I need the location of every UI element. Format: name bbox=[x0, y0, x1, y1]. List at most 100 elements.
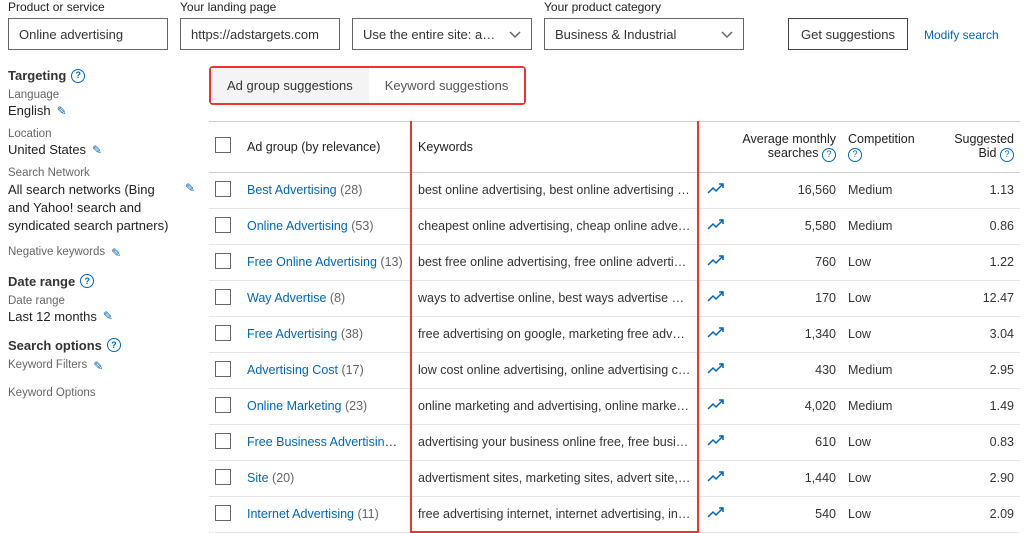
pencil-icon[interactable]: ✎ bbox=[185, 181, 195, 195]
ad-group-count: (13) bbox=[380, 255, 402, 269]
row-checkbox[interactable] bbox=[215, 433, 231, 449]
tab-ad-group-suggestions[interactable]: Ad group suggestions bbox=[211, 68, 369, 103]
header-competition[interactable]: Competition ? bbox=[842, 122, 932, 173]
ad-group-count: (23) bbox=[345, 399, 367, 413]
ad-group-link[interactable]: Free Online Advertising bbox=[247, 255, 377, 269]
trend-icon[interactable] bbox=[707, 182, 725, 199]
trend-icon[interactable] bbox=[707, 470, 725, 487]
tab-keyword-suggestions[interactable]: Keyword suggestions bbox=[369, 68, 525, 103]
suggested-bid-cell: 12.47 bbox=[932, 280, 1020, 316]
suggested-bid-cell: 0.83 bbox=[932, 424, 1020, 460]
landing-input[interactable]: https://adstargets.com bbox=[180, 18, 340, 50]
pencil-icon[interactable]: ✎ bbox=[93, 359, 103, 373]
suggested-bid-cell: 2.90 bbox=[932, 460, 1020, 496]
location-value: United States bbox=[8, 142, 86, 157]
row-checkbox[interactable] bbox=[215, 181, 231, 197]
keyword-filters-label: Keyword Filters bbox=[8, 359, 87, 371]
search-network-value: All search networks (Bing and Yahoo! sea… bbox=[8, 181, 179, 236]
trend-icon[interactable] bbox=[707, 290, 725, 307]
ad-group-link[interactable]: Advertising Cost bbox=[247, 363, 338, 377]
trend-icon[interactable] bbox=[707, 254, 725, 271]
row-checkbox[interactable] bbox=[215, 361, 231, 377]
keyword-options-label: Keyword Options bbox=[8, 387, 96, 399]
avg-searches-cell: 16,560 bbox=[732, 172, 842, 208]
language-value: English bbox=[8, 103, 51, 118]
get-suggestions-button[interactable]: Get suggestions bbox=[788, 18, 908, 50]
date-range-title: Date range bbox=[8, 274, 75, 289]
suggested-bid-cell: 2.09 bbox=[932, 496, 1020, 532]
trend-icon[interactable] bbox=[707, 362, 725, 379]
header-ad-group[interactable]: Ad group (by relevance) bbox=[241, 122, 411, 173]
help-icon[interactable]: ? bbox=[71, 69, 85, 83]
trend-icon[interactable] bbox=[707, 506, 725, 523]
row-checkbox[interactable] bbox=[215, 469, 231, 485]
site-scope-select[interactable]: Use the entire site: adstargets.com bbox=[352, 18, 532, 50]
row-checkbox[interactable] bbox=[215, 325, 231, 341]
ad-group-link[interactable]: Best Advertising bbox=[247, 183, 337, 197]
table-row: Online Marketing (23)online marketing an… bbox=[209, 388, 1020, 424]
suggested-bid-cell: 3.04 bbox=[932, 316, 1020, 352]
language-label: Language bbox=[8, 89, 195, 101]
keywords-cell: low cost online advertising, online adve… bbox=[411, 352, 698, 388]
help-icon[interactable]: ? bbox=[822, 148, 836, 162]
ad-group-link[interactable]: Online Advertising bbox=[247, 219, 348, 233]
ad-group-link[interactable]: Free Business Advertising bbox=[247, 435, 397, 449]
row-checkbox[interactable] bbox=[215, 217, 231, 233]
table-row: Free Advertising (38)free advertising on… bbox=[209, 316, 1020, 352]
pencil-icon[interactable]: ✎ bbox=[111, 246, 121, 260]
ad-group-link[interactable]: Site bbox=[247, 471, 269, 485]
select-all-checkbox[interactable] bbox=[215, 137, 231, 153]
ad-group-link[interactable]: Internet Advertising bbox=[247, 507, 354, 521]
chevron-down-icon bbox=[509, 27, 521, 42]
ad-group-link[interactable]: Online Marketing bbox=[247, 399, 342, 413]
avg-searches-cell: 1,340 bbox=[732, 316, 842, 352]
suggested-bid-cell: 1.13 bbox=[932, 172, 1020, 208]
trend-icon[interactable] bbox=[707, 434, 725, 451]
competition-cell: Medium bbox=[842, 388, 932, 424]
category-select[interactable]: Business & Industrial bbox=[544, 18, 744, 50]
help-icon[interactable]: ? bbox=[1000, 148, 1014, 162]
header-keywords[interactable]: Keywords bbox=[411, 122, 698, 173]
header-avg-searches[interactable]: Average monthly searches ? bbox=[732, 122, 842, 173]
table-row: Site (20)advertisment sites, marketing s… bbox=[209, 460, 1020, 496]
help-icon[interactable]: ? bbox=[80, 274, 94, 288]
location-label: Location bbox=[8, 128, 195, 140]
row-checkbox[interactable] bbox=[215, 505, 231, 521]
pencil-icon[interactable]: ✎ bbox=[103, 309, 113, 323]
pencil-icon[interactable]: ✎ bbox=[92, 143, 102, 157]
product-label: Product or service bbox=[8, 0, 168, 14]
keywords-cell: free advertising internet, internet adve… bbox=[411, 496, 698, 532]
competition-cell: Low bbox=[842, 496, 932, 532]
table-row: Best Advertising (28)best online adverti… bbox=[209, 172, 1020, 208]
competition-cell: Medium bbox=[842, 172, 932, 208]
competition-cell: Medium bbox=[842, 352, 932, 388]
product-input[interactable]: Online advertising bbox=[8, 18, 168, 50]
competition-cell: Low bbox=[842, 316, 932, 352]
ad-group-link[interactable]: Free Advertising bbox=[247, 327, 337, 341]
competition-cell: Low bbox=[842, 460, 932, 496]
modify-search-link[interactable]: Modify search bbox=[920, 20, 1003, 50]
pencil-icon[interactable]: ✎ bbox=[57, 104, 67, 118]
row-checkbox[interactable] bbox=[215, 397, 231, 413]
table-row: Free Online Advertising (13)best free on… bbox=[209, 244, 1020, 280]
ad-group-link[interactable]: Way Advertise bbox=[247, 291, 326, 305]
competition-cell: Low bbox=[842, 424, 932, 460]
trend-icon[interactable] bbox=[707, 398, 725, 415]
row-checkbox[interactable] bbox=[215, 289, 231, 305]
category-value: Business & Industrial bbox=[555, 27, 676, 42]
row-checkbox[interactable] bbox=[215, 253, 231, 269]
avg-searches-cell: 170 bbox=[732, 280, 842, 316]
help-icon[interactable]: ? bbox=[848, 148, 862, 162]
trend-icon[interactable] bbox=[707, 218, 725, 235]
avg-searches-cell: 4,020 bbox=[732, 388, 842, 424]
header-suggested-bid[interactable]: Suggested Bid ? bbox=[932, 122, 1020, 173]
suggested-bid-cell: 1.49 bbox=[932, 388, 1020, 424]
help-icon[interactable]: ? bbox=[107, 338, 121, 352]
avg-searches-cell: 430 bbox=[732, 352, 842, 388]
table-row: Advertising Cost (17)low cost online adv… bbox=[209, 352, 1020, 388]
suggested-bid-cell: 2.95 bbox=[932, 352, 1020, 388]
table-row: Online Advertising (53)cheapest online a… bbox=[209, 208, 1020, 244]
ad-group-count: (20) bbox=[272, 471, 294, 485]
trend-icon[interactable] bbox=[707, 326, 725, 343]
ad-group-count: (11) bbox=[358, 507, 379, 521]
